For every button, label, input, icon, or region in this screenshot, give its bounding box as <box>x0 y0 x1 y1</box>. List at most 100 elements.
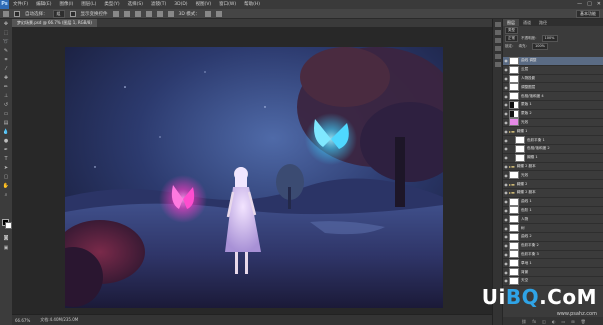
align-middle-icon[interactable] <box>123 10 130 17</box>
close-button[interactable]: ✕ <box>597 1 601 7</box>
folder-icon[interactable]: ▸▬ <box>509 190 515 195</box>
folder-icon[interactable]: ▸▬ <box>509 182 515 187</box>
pen-tool-icon[interactable]: ✒ <box>1 146 11 154</box>
quick-mask-icon[interactable]: ◙ <box>1 234 11 242</box>
history-brush-tool-icon[interactable]: ↺ <box>1 101 11 109</box>
marquee-tool-icon[interactable]: ⬚ <box>1 29 11 37</box>
tab-layers[interactable]: 图层 <box>503 19 519 26</box>
fill-input[interactable]: 100% <box>532 42 549 50</box>
layer-row[interactable]: ◉ ▸▬ 蝴蝶 1 <box>503 127 603 137</box>
type-tool-icon[interactable]: T <box>1 155 11 163</box>
quick-select-tool-icon[interactable]: ✎ <box>1 47 11 55</box>
3d-rotate-icon[interactable] <box>204 10 211 17</box>
zoom-level[interactable]: 66.67% <box>15 318 30 323</box>
healing-brush-tool-icon[interactable]: ✚ <box>1 74 11 82</box>
canvas-area[interactable] <box>12 27 492 314</box>
dodge-tool-icon[interactable]: ● <box>1 137 11 145</box>
history-panel-icon[interactable] <box>494 22 501 27</box>
crop-tool-icon[interactable]: ⌗ <box>1 56 11 64</box>
menu-item[interactable]: 滤镜(T) <box>147 0 170 9</box>
link-layers-icon[interactable]: ⛓ <box>521 319 526 324</box>
new-group-icon[interactable]: ▭ <box>561 319 565 324</box>
move-tool-icon[interactable]: ✥ <box>1 20 11 28</box>
brush-tool-icon[interactable]: ✏ <box>1 83 11 91</box>
menu-item[interactable]: 3D(D) <box>170 0 191 9</box>
menu-item[interactable]: 选择(S) <box>124 0 147 9</box>
adjustment-layer-icon[interactable]: ◐ <box>552 319 556 324</box>
eyedropper-tool-icon[interactable]: ⁄ <box>1 65 11 73</box>
align-top-icon[interactable] <box>112 10 119 17</box>
align-center-icon[interactable] <box>156 10 163 17</box>
layer-row[interactable]: ◉ 色彩平衡 1 <box>503 136 603 145</box>
menu-item[interactable]: 视图(V) <box>192 0 216 9</box>
auto-select-dropdown[interactable]: 组 <box>52 9 65 18</box>
paragraph-panel-icon[interactable] <box>494 54 501 59</box>
menu-item[interactable]: 图像(I) <box>55 0 77 9</box>
menu-item[interactable]: 帮助(H) <box>240 0 264 9</box>
layer-row[interactable]: ◉ 蝴蝶 1 <box>503 153 603 163</box>
layer-row[interactable]: ◉ 背景 <box>503 268 603 277</box>
blur-tool-icon[interactable]: 💧 <box>1 128 11 136</box>
minimize-button[interactable]: — <box>577 1 582 7</box>
properties-panel-icon[interactable] <box>494 30 501 35</box>
align-bottom-icon[interactable] <box>134 10 141 17</box>
layer-row[interactable]: ◉ 草地 1 <box>503 259 603 269</box>
layer-row[interactable]: ◉ 人物 <box>503 215 603 225</box>
layer-row[interactable]: ◉ 人物投影 <box>503 74 603 84</box>
delete-layer-icon[interactable]: 🗑 <box>581 319 586 324</box>
folder-icon[interactable]: ▸▬ <box>509 129 515 134</box>
menu-item[interactable]: 文件(F) <box>9 0 32 9</box>
menu-item[interactable]: 图层(L) <box>77 0 100 9</box>
hand-tool-icon[interactable]: ✋ <box>1 182 11 190</box>
blend-mode-dropdown[interactable]: 正常 <box>505 34 518 42</box>
layer-row[interactable]: ◉ 光效 <box>503 171 603 181</box>
fx-icon[interactable]: fx <box>532 319 536 324</box>
background-color-swatch[interactable] <box>5 222 12 229</box>
layer-row[interactable]: ◉ 蒙版 1 <box>503 100 603 110</box>
lasso-tool-icon[interactable]: ➰ <box>1 38 11 46</box>
screen-mode-icon[interactable]: ▣ <box>1 244 11 252</box>
layer-row[interactable]: ◉ 曲线 2 <box>503 232 603 242</box>
layer-row[interactable]: ◉ 调整图层 <box>503 83 603 93</box>
layer-row[interactable]: ◉ 蒙版 2 <box>503 109 603 119</box>
layer-row[interactable]: ◉ 色阶 1 <box>503 206 603 216</box>
shape-tool-icon[interactable]: ▢ <box>1 173 11 181</box>
auto-select-checkbox[interactable] <box>14 10 20 17</box>
menu-item[interactable]: 窗口(W) <box>215 0 240 9</box>
path-select-tool-icon[interactable]: ➤ <box>1 164 11 172</box>
3d-pan-icon[interactable] <box>215 10 222 17</box>
layer-row[interactable]: ◉ 光效 <box>503 118 603 128</box>
new-layer-icon[interactable]: ⊞ <box>571 319 574 324</box>
add-mask-icon[interactable]: ◫ <box>542 319 546 324</box>
maximize-button[interactable]: □ <box>587 1 592 7</box>
character-panel-icon[interactable] <box>494 46 501 51</box>
layer-row[interactable]: ◉ ▸▬ 蝴蝶 2 副本 <box>503 189 603 198</box>
opacity-input[interactable]: 100% <box>541 34 558 42</box>
document-tab[interactable]: 梦幻场景.psd @ 66.7% (图层 1, RGB/8) <box>12 19 97 27</box>
layer-row[interactable]: ◉ 色彩平衡 3 <box>503 250 603 260</box>
eraser-tool-icon[interactable]: ▭ <box>1 110 11 118</box>
layer-row[interactable]: ◉ 树 <box>503 224 603 233</box>
layer-row[interactable]: ◉ ▸▬ 蝴蝶 2 <box>503 180 603 189</box>
layer-filter-dropdown[interactable]: 类型 <box>505 26 518 34</box>
brush-panel-icon[interactable] <box>494 62 501 67</box>
clone-stamp-tool-icon[interactable]: ⊥ <box>1 92 11 100</box>
folder-icon[interactable]: ▸▬ <box>509 164 515 169</box>
workspace-switcher[interactable]: 基本功能 <box>576 9 600 18</box>
layer-row[interactable]: ◉ 色相/饱和度 2 <box>503 144 603 154</box>
align-right-icon[interactable] <box>167 10 174 17</box>
menu-item[interactable]: 类型(Y) <box>100 0 123 9</box>
layer-row[interactable]: ◉ 曲线 调整 <box>503 56 603 66</box>
move-tool-icon[interactable] <box>3 10 9 17</box>
zoom-tool-icon[interactable]: ⌕ <box>1 191 11 199</box>
layer-row[interactable]: ◉ 曲线 1 <box>503 197 603 207</box>
tab-paths[interactable]: 路径 <box>535 19 551 26</box>
info-panel-icon[interactable] <box>494 38 501 43</box>
tab-channels[interactable]: 通道 <box>519 19 535 26</box>
document-canvas[interactable] <box>65 47 443 308</box>
align-left-icon[interactable] <box>145 10 152 17</box>
menu-item[interactable]: 编辑(E) <box>32 0 55 9</box>
layer-row[interactable]: ◉ 色彩平衡 2 <box>503 241 603 251</box>
gradient-tool-icon[interactable]: ▤ <box>1 119 11 127</box>
layer-row[interactable]: ◉ 云层 <box>503 65 603 75</box>
